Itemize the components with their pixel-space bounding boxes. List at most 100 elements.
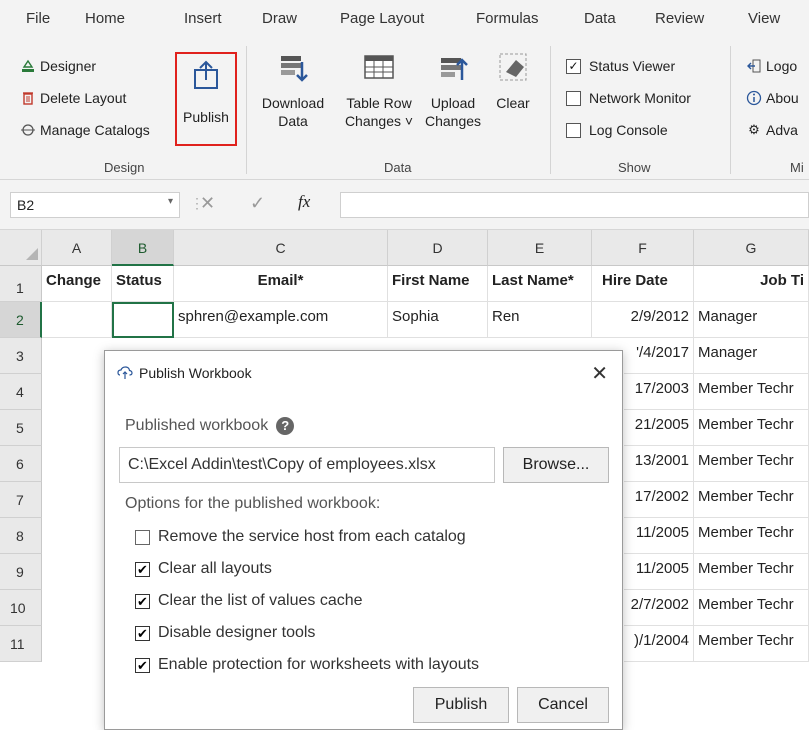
close-icon[interactable]: ✕ [591, 361, 608, 386]
tab-view[interactable]: View [748, 10, 780, 27]
table-cell[interactable]: Member Techr [694, 518, 809, 554]
column-header-g[interactable]: G [694, 230, 809, 266]
column-header-f[interactable]: F [592, 230, 694, 266]
column-header-e[interactable]: E [488, 230, 592, 266]
checkbox-unchecked[interactable] [135, 529, 150, 545]
row-header-7[interactable]: 7 [0, 482, 42, 518]
header-cell-last-name[interactable]: Last Name* [488, 266, 592, 302]
table-cell[interactable]: 17/2002 [624, 482, 694, 518]
tab-data[interactable]: Data [584, 10, 616, 27]
table-cell[interactable] [42, 302, 112, 338]
selected-cell-b2[interactable] [112, 302, 174, 338]
table-cell[interactable]: '/4/2017 [624, 338, 694, 374]
column-header-a[interactable]: A [42, 230, 112, 266]
clear-button[interactable]: Clear [488, 50, 538, 112]
tab-page-layout[interactable]: Page Layout [340, 10, 424, 27]
table-cell[interactable]: 11/2005 [624, 518, 694, 554]
publish-dialog-icon [117, 365, 133, 381]
row-header-8[interactable]: 8 [0, 518, 42, 554]
header-cell-change[interactable]: Change [42, 266, 112, 302]
row-header-4[interactable]: 4 [0, 374, 42, 410]
delete-layout-button[interactable]: Delete Layout [20, 90, 126, 106]
name-box-value: B2 [17, 197, 35, 213]
download-data-button[interactable]: Download Data [256, 50, 330, 130]
table-cell[interactable]: Manager [694, 302, 809, 338]
table-cell[interactable]: Member Techr [694, 410, 809, 446]
column-header-d[interactable]: D [388, 230, 488, 266]
checkbox-checked[interactable]: ✔ [135, 625, 150, 641]
table-cell[interactable]: sphren@example.com [174, 302, 388, 338]
option-clear-all-layouts[interactable]: ✔ Clear all layouts [135, 560, 272, 578]
table-cell[interactable]: 11/2005 [624, 554, 694, 590]
logout-button[interactable]: Logo [746, 58, 797, 74]
browse-button[interactable]: Browse... [503, 447, 609, 483]
upload-label-2: Changes [424, 113, 482, 129]
table-cell[interactable]: Member Techr [694, 446, 809, 482]
table-cell[interactable]: )/1/2004 [624, 626, 694, 662]
manage-catalogs-button[interactable]: Manage Catalogs [20, 122, 150, 138]
option-clear-lov-cache[interactable]: ✔ Clear the list of values cache [135, 592, 363, 610]
select-all-corner[interactable] [0, 230, 42, 266]
check-icon: ✓ [566, 58, 581, 74]
row-header-10[interactable]: 10 [0, 590, 42, 626]
checkbox-checked[interactable]: ✔ [135, 593, 150, 609]
header-cell-status[interactable]: Status [112, 266, 174, 302]
table-cell[interactable]: Manager [694, 338, 809, 374]
workbook-path-field[interactable]: C:\Excel Addin\test\Copy of employees.xl… [119, 447, 495, 483]
group-separator [550, 46, 551, 174]
header-cell-job-title[interactable]: Job Ti [694, 266, 809, 302]
advanced-button[interactable]: ⚙ Adva [746, 122, 798, 138]
publish-button[interactable]: Publish [413, 687, 509, 723]
table-cell[interactable]: 17/2003 [624, 374, 694, 410]
row-header-6[interactable]: 6 [0, 446, 42, 482]
table-cell[interactable]: Member Techr [694, 482, 809, 518]
header-cell-first-name[interactable]: First Name [388, 266, 488, 302]
cancel-button[interactable]: Cancel [517, 687, 609, 723]
upload-changes-button[interactable]: Upload Changes [420, 50, 486, 130]
row-header-5[interactable]: 5 [0, 410, 42, 446]
option-enable-protection[interactable]: ✔ Enable protection for worksheets with … [135, 656, 479, 674]
table-cell[interactable]: 21/2005 [624, 410, 694, 446]
tab-formulas[interactable]: Formulas [476, 10, 539, 27]
table-cell[interactable]: Sophia [388, 302, 488, 338]
tab-review[interactable]: Review [655, 10, 704, 27]
table-cell[interactable]: Ren [488, 302, 592, 338]
tab-insert[interactable]: Insert [184, 10, 222, 27]
option-remove-service-host[interactable]: Remove the service host from each catalo… [135, 528, 466, 546]
option-disable-designer-tools[interactable]: ✔ Disable designer tools [135, 624, 315, 642]
table-cell[interactable]: Member Techr [694, 626, 809, 662]
formula-input[interactable] [340, 192, 809, 218]
row-header-2[interactable]: 2 [0, 302, 42, 338]
table-cell[interactable]: 2/9/2012 [592, 302, 694, 338]
table-cell[interactable]: Member Techr [694, 590, 809, 626]
row-header-11[interactable]: 11 [0, 626, 42, 662]
designer-button[interactable]: Designer [20, 58, 96, 74]
row-header-3[interactable]: 3 [0, 338, 42, 374]
column-header-c[interactable]: C [174, 230, 388, 266]
tab-draw[interactable]: Draw [262, 10, 297, 27]
tab-home[interactable]: Home [85, 10, 125, 27]
checkbox-checked[interactable]: ✔ [135, 657, 150, 673]
row-header-9[interactable]: 9 [0, 554, 42, 590]
publish-ribbon-button[interactable]: Publish [175, 52, 237, 146]
insert-function-icon[interactable]: fx [298, 192, 310, 212]
table-cell[interactable]: 13/2001 [624, 446, 694, 482]
help-icon[interactable]: ? [276, 417, 295, 435]
column-header-b[interactable]: B [112, 230, 174, 266]
table-cell[interactable]: Member Techr [694, 374, 809, 410]
enter-icon[interactable]: ✓ [250, 193, 265, 214]
header-cell-hire-date[interactable]: Hire Date [592, 266, 694, 302]
tab-file[interactable]: File [26, 10, 50, 27]
network-monitor-checkbox[interactable]: Network Monitor [566, 90, 691, 106]
table-cell[interactable]: 2/7/2002 [624, 590, 694, 626]
table-row-changes-button[interactable]: Table Row Changes ˅ [338, 50, 420, 130]
header-cell-email[interactable]: Email* [174, 266, 388, 302]
log-console-checkbox[interactable]: Log Console [566, 122, 668, 138]
cancel-icon[interactable]: ✕ [200, 193, 215, 214]
row-header-1[interactable]: 1 [0, 266, 42, 302]
name-box[interactable]: B2 ▾ [10, 192, 180, 218]
checkbox-checked[interactable]: ✔ [135, 561, 150, 577]
about-button[interactable]: Abou [746, 90, 799, 106]
table-cell[interactable]: Member Techr [694, 554, 809, 590]
status-viewer-checkbox[interactable]: ✓ Status Viewer [566, 58, 675, 74]
